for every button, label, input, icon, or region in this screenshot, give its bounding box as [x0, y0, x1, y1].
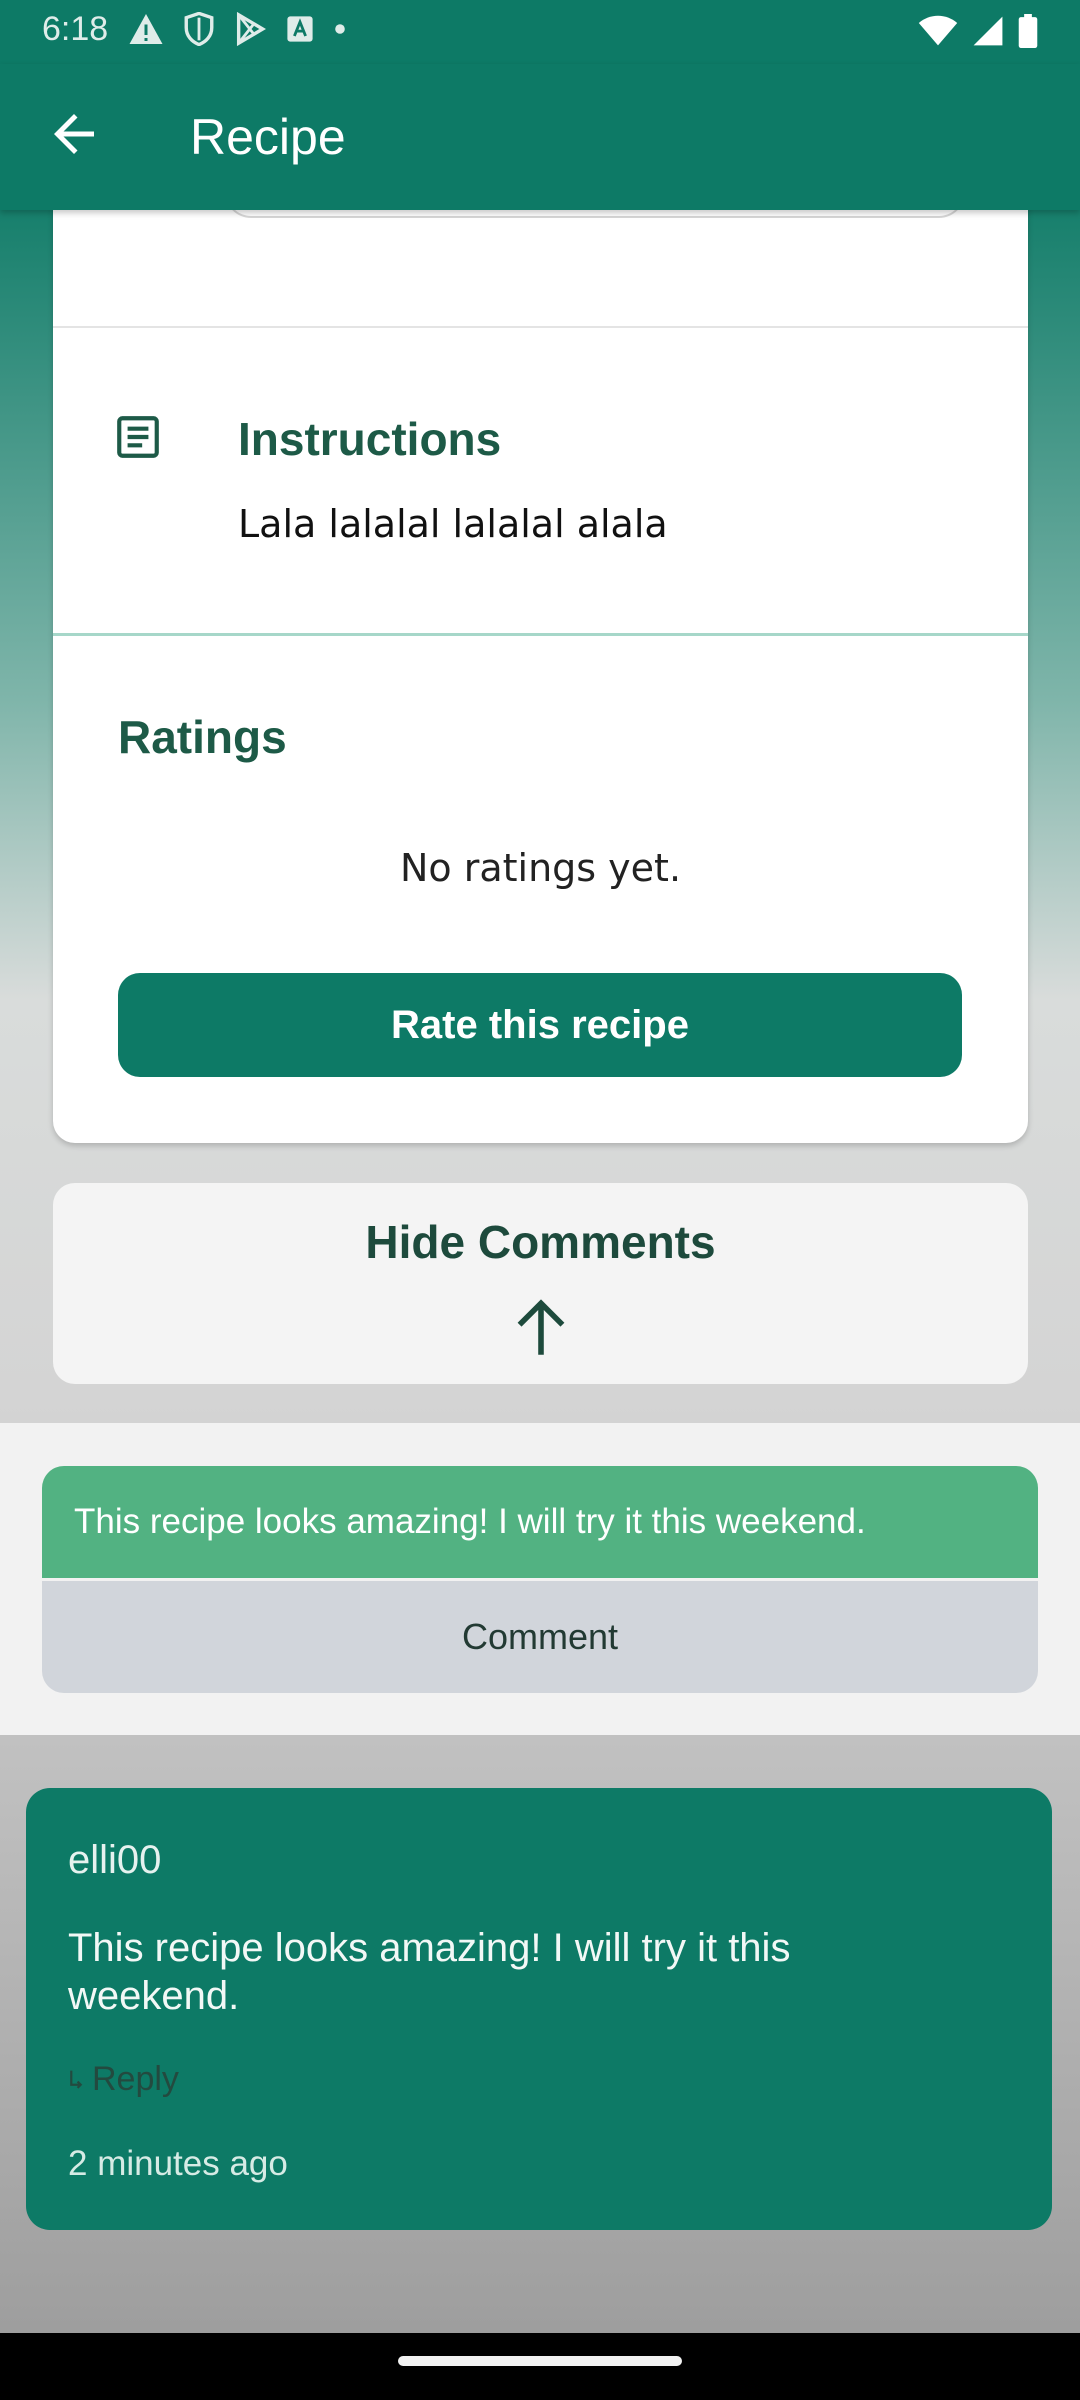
reply-arrow-icon	[70, 2070, 83, 2089]
page-title: Recipe	[190, 109, 346, 165]
document-icon	[117, 416, 159, 458]
comment-timestamp: 2 minutes ago	[68, 2144, 288, 2183]
status-time: 6:18	[42, 10, 109, 48]
instructions-heading: Instructions	[238, 413, 502, 465]
rate-recipe-button[interactable]: Rate this recipe	[118, 973, 962, 1077]
play-store-icon	[236, 12, 266, 46]
app-bar: Recipe	[0, 64, 1080, 210]
dot-icon	[335, 24, 345, 34]
back-arrow-icon[interactable]	[44, 104, 104, 164]
comment-input[interactable]: This recipe looks amazing! I will try it…	[42, 1466, 1038, 1578]
submit-comment-button[interactable]: Comment	[42, 1581, 1038, 1693]
hide-comments-label: Hide Comments	[365, 1216, 716, 1268]
no-ratings-text: No ratings yet.	[399, 846, 682, 890]
hide-comments-button[interactable]: Hide Comments	[53, 1183, 1028, 1384]
battery-icon	[1018, 14, 1038, 48]
wifi-icon	[918, 15, 958, 46]
comment-author: elli00	[68, 1838, 162, 1882]
ratings-heading: Ratings	[118, 711, 287, 763]
status-icons-right	[918, 14, 1038, 48]
font-icon	[287, 16, 313, 42]
reply-button[interactable]: Reply	[68, 2060, 179, 2099]
divider	[53, 633, 1028, 636]
warning-icon	[129, 14, 163, 44]
signal-icon	[973, 16, 1003, 46]
comment-form: This recipe looks amazing! I will try it…	[0, 1423, 1080, 1735]
shield-icon	[184, 12, 214, 46]
divider	[53, 326, 1028, 328]
home-gesture-handle[interactable]	[398, 2356, 682, 2366]
comment-item: elli00 This recipe looks amazing! I will…	[26, 1788, 1052, 2230]
comment-text: This recipe looks amazing! I will try it…	[68, 1926, 791, 2018]
system-nav-bar	[0, 2333, 1080, 2400]
arrow-up-icon	[517, 1299, 565, 1355]
status-icons-left	[128, 12, 346, 46]
reply-label: Reply	[92, 2060, 179, 2098]
instructions-text: Lala lalalal lalalal alala	[238, 502, 668, 546]
recipe-details-card: Instructions Lala lalalal lalalal alala …	[53, 180, 1028, 1143]
status-bar: 6:18	[0, 0, 1080, 64]
